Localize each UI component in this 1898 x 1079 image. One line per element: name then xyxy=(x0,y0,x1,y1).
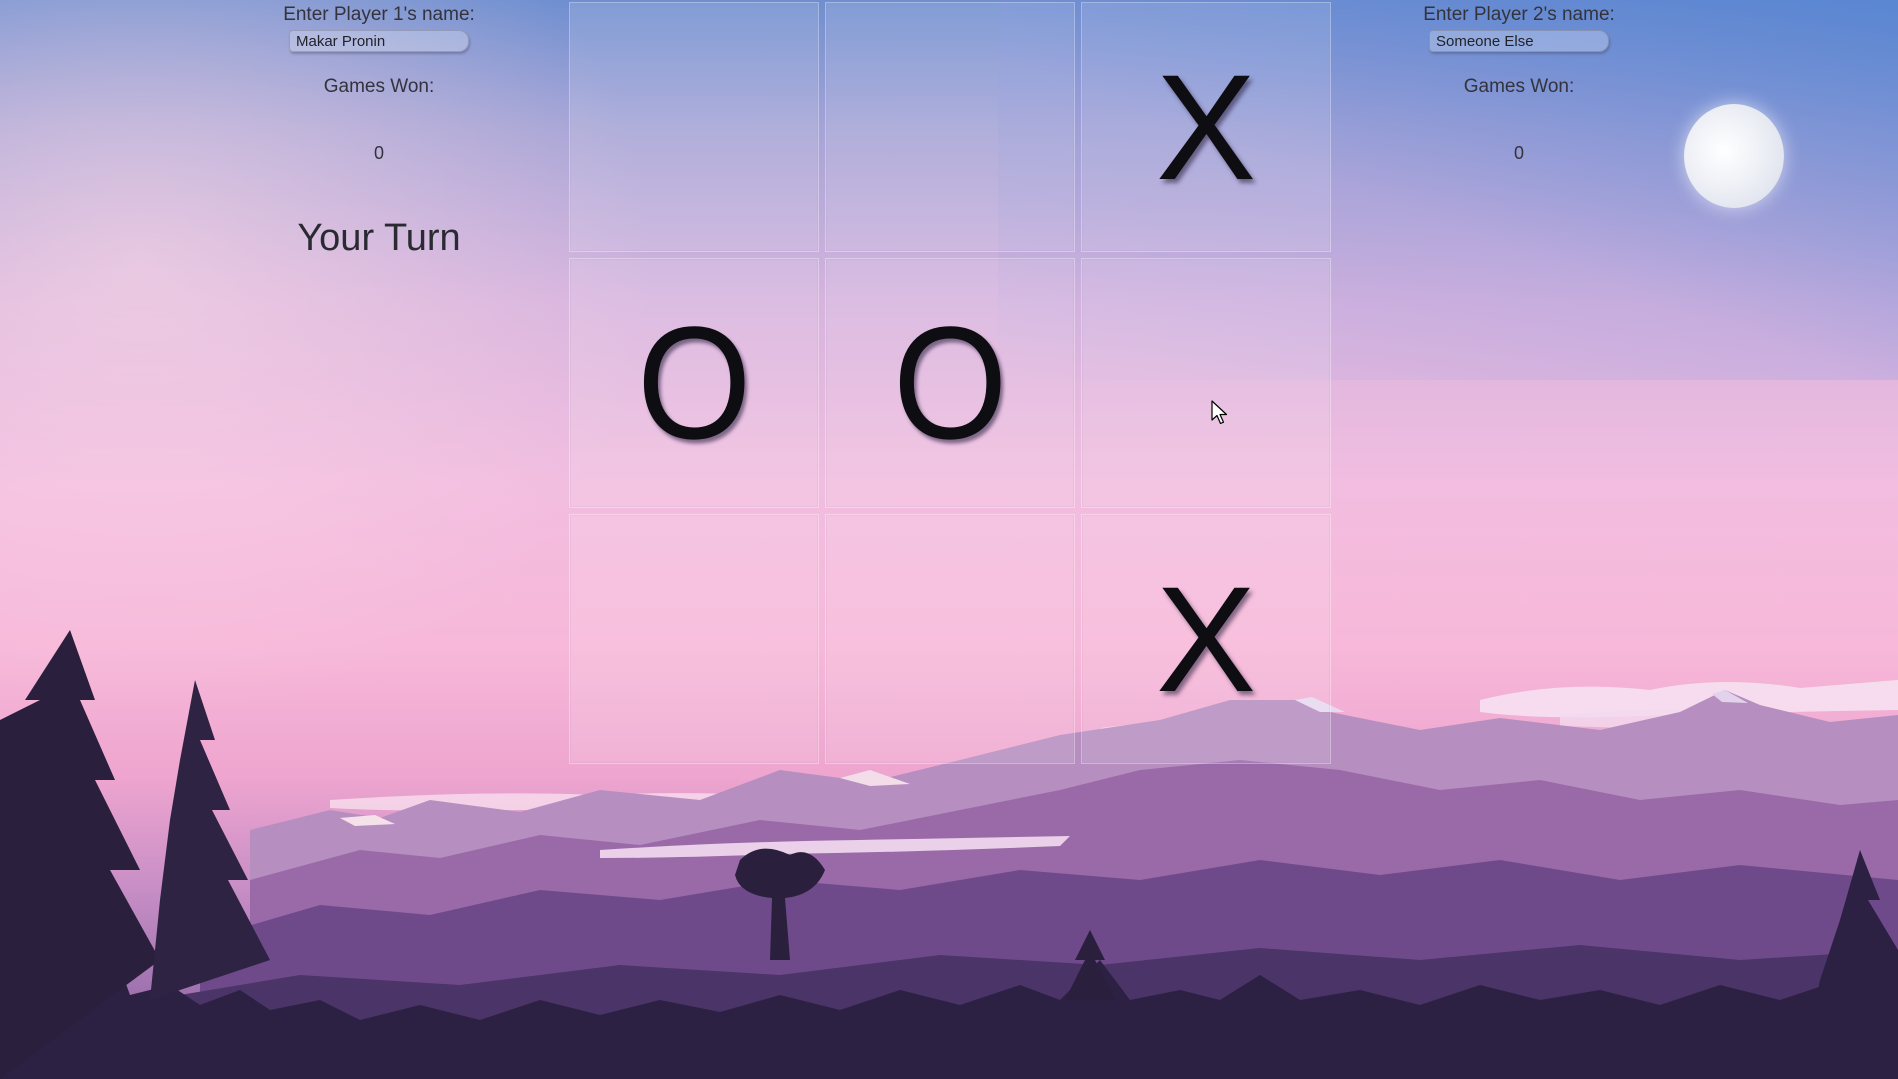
cloud-band xyxy=(1480,680,1898,718)
hills-nearer xyxy=(150,945,1898,1079)
tree-mid xyxy=(1065,930,1115,1000)
player2-games-won-label: Games Won: xyxy=(1463,76,1575,97)
cloud-band xyxy=(330,793,820,811)
player1-games-won-label: Games Won: xyxy=(323,76,435,97)
tree-left xyxy=(0,630,160,1079)
board-cell-3[interactable]: X xyxy=(1081,2,1331,252)
mountain-mid xyxy=(250,760,1898,1079)
cloud-band xyxy=(600,836,1070,858)
cell-mark: X xyxy=(1155,555,1257,723)
mountain-snow xyxy=(340,815,395,826)
player1-name-input[interactable] xyxy=(289,30,469,52)
board-cell-6[interactable] xyxy=(1081,258,1331,508)
turn-indicator: Your Turn xyxy=(297,217,461,259)
game-board: X O O X xyxy=(569,2,1331,764)
moon-image xyxy=(1684,104,1784,208)
player2-games-won-value: 0 xyxy=(1513,143,1524,163)
tree-left xyxy=(150,680,270,1000)
board-cell-9[interactable]: X xyxy=(1081,514,1331,764)
cell-mark: X xyxy=(1155,43,1257,211)
player1-name-prompt: Enter Player 1's name: xyxy=(283,4,475,25)
player2-name-prompt: Enter Player 2's name: xyxy=(1423,4,1615,25)
mountain-snow xyxy=(1712,690,1748,703)
hills-near xyxy=(200,860,1898,1079)
tree-mid xyxy=(735,848,825,960)
board-cell-1[interactable] xyxy=(569,2,819,252)
player1-games-won-value: 0 xyxy=(373,143,384,163)
cloud-band xyxy=(1300,768,1700,799)
board-cell-7[interactable] xyxy=(569,514,819,764)
player2-name-input[interactable] xyxy=(1429,30,1609,52)
cloud-band xyxy=(1560,710,1800,729)
board-cell-4[interactable]: O xyxy=(569,258,819,508)
game-window: Enter Player 1's name: Games Won: 0 Your… xyxy=(0,0,1898,1079)
tree-right xyxy=(1800,850,1898,1079)
cell-mark: O xyxy=(636,293,752,472)
board-cell-8[interactable] xyxy=(825,514,1075,764)
player2-panel: Enter Player 2's name: Games Won: 0 xyxy=(1399,0,1639,164)
cell-mark: O xyxy=(892,293,1008,472)
mountain-snow xyxy=(840,770,910,786)
board-cell-2[interactable] xyxy=(825,2,1075,252)
board-cell-5[interactable]: O xyxy=(825,258,1075,508)
treeline xyxy=(0,940,1898,1079)
player1-panel: Enter Player 1's name: Games Won: 0 Your… xyxy=(259,0,499,260)
